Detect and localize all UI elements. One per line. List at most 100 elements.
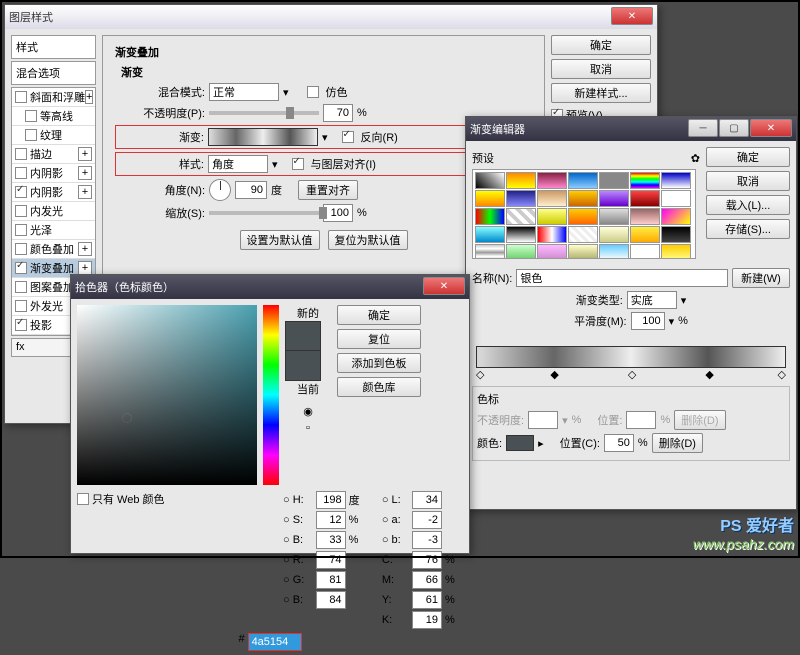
preset-swatch[interactable] (537, 190, 567, 207)
style-checkbox[interactable] (15, 91, 27, 103)
gear-icon[interactable]: ✿ (691, 152, 700, 165)
style-row[interactable]: 内发光 (12, 202, 95, 221)
dither-checkbox[interactable] (307, 86, 319, 98)
new-style-button[interactable]: 新建样式... (551, 83, 651, 103)
dropdown-icon[interactable]: ▾ (322, 131, 328, 144)
color-picker-cursor[interactable] (122, 413, 132, 423)
style-row[interactable]: 等高线 (12, 107, 95, 126)
preset-swatch[interactable] (568, 208, 598, 225)
color-channel-input[interactable]: -3 (412, 531, 442, 549)
style-checkbox[interactable] (15, 205, 27, 217)
color-channel-input[interactable]: 76 (412, 551, 442, 569)
stop-color-swatch[interactable] (506, 435, 534, 451)
expand-icon[interactable]: + (78, 166, 92, 180)
preset-swatch[interactable] (506, 172, 536, 189)
cube-icon[interactable]: ◉ (285, 405, 331, 418)
color-channel-input[interactable]: 81 (316, 571, 346, 589)
style-row[interactable]: 光泽 (12, 221, 95, 240)
angle-input[interactable]: 90 (235, 181, 267, 199)
preset-swatch[interactable] (568, 172, 598, 189)
expand-icon[interactable]: + (78, 242, 92, 256)
color-channel-input[interactable]: 198 (316, 491, 346, 509)
preset-swatch[interactable] (475, 244, 505, 259)
color-channel-input[interactable]: 34 (412, 491, 442, 509)
preset-swatch[interactable] (537, 226, 567, 243)
opacity-slider[interactable] (209, 111, 319, 115)
maximize-button[interactable]: ▢ (719, 119, 749, 137)
expand-icon[interactable]: + (78, 185, 92, 199)
preset-swatch[interactable] (630, 208, 660, 225)
save-button[interactable]: 存储(S)... (706, 219, 790, 239)
reset-align-button[interactable]: 重置对齐 (298, 180, 358, 200)
gradient-stops[interactable]: ◇ ◆ ◇ ◆ ◇ (476, 368, 786, 382)
scale-slider[interactable] (209, 211, 319, 215)
titlebar[interactable]: 图层样式 ✕ (5, 5, 657, 29)
presets-grid[interactable] (472, 169, 696, 259)
color-channel-input[interactable]: 74 (316, 551, 346, 569)
titlebar[interactable]: 渐变编辑器 ─ ▢ ✕ (466, 117, 796, 141)
preset-swatch[interactable] (630, 244, 660, 259)
style-checkbox[interactable] (15, 186, 27, 198)
titlebar[interactable]: 拾色器（色标颜色） ✕ (71, 275, 469, 299)
style-checkbox[interactable] (15, 281, 27, 293)
style-checkbox[interactable] (25, 110, 37, 122)
preset-swatch[interactable] (506, 208, 536, 225)
expand-icon[interactable]: + (78, 147, 92, 161)
color-field[interactable] (77, 305, 257, 485)
preset-swatch[interactable] (630, 226, 660, 243)
style-checkbox[interactable] (15, 167, 27, 179)
preset-swatch[interactable] (661, 190, 691, 207)
color-channel-input[interactable]: 19 (412, 611, 442, 629)
reverse-checkbox[interactable] (342, 131, 354, 143)
reset-default-button[interactable]: 复位为默认值 (328, 230, 408, 250)
preset-swatch[interactable] (475, 226, 505, 243)
web-only-checkbox[interactable] (77, 493, 89, 505)
style-checkbox[interactable] (15, 300, 27, 312)
dropdown-icon[interactable]: ▾ (283, 86, 289, 99)
stop-color-pos-input[interactable]: 50 (604, 434, 634, 452)
gradtype-select[interactable]: 实底 (627, 291, 677, 309)
preset-swatch[interactable] (537, 244, 567, 259)
align-checkbox[interactable] (292, 158, 304, 170)
add-swatch-button[interactable]: 添加到色板 (337, 353, 421, 373)
delete-color-stop[interactable]: 删除(D) (652, 433, 703, 453)
dropdown-icon[interactable]: ▸ (538, 437, 544, 450)
preset-swatch[interactable] (661, 244, 691, 259)
preset-swatch[interactable] (630, 190, 660, 207)
preset-swatch[interactable] (568, 226, 598, 243)
minimize-button[interactable]: ─ (688, 119, 718, 137)
style-row[interactable]: 描边+ (12, 145, 95, 164)
cube-icon2[interactable]: ▫ (285, 422, 331, 434)
color-channel-input[interactable]: -2 (412, 511, 442, 529)
expand-icon[interactable]: + (85, 90, 93, 104)
preset-swatch[interactable] (506, 244, 536, 259)
color-channel-input[interactable]: 61 (412, 591, 442, 609)
color-channel-input[interactable]: 12 (316, 511, 346, 529)
gradient-bar[interactable] (476, 346, 786, 368)
close-button[interactable]: ✕ (611, 7, 653, 25)
preset-swatch[interactable] (599, 226, 629, 243)
ok-button[interactable]: 确定 (337, 305, 421, 325)
style-checkbox[interactable] (15, 148, 27, 160)
preset-swatch[interactable] (506, 190, 536, 207)
preset-swatch[interactable] (599, 244, 629, 259)
preset-swatch[interactable] (568, 244, 598, 259)
style-row[interactable]: 斜面和浮雕+ (12, 88, 95, 107)
hue-slider[interactable] (263, 305, 279, 485)
style-checkbox[interactable] (15, 319, 27, 331)
preset-swatch[interactable] (661, 208, 691, 225)
preset-swatch[interactable] (506, 226, 536, 243)
ok-button[interactable]: 确定 (706, 147, 790, 167)
preset-swatch[interactable] (630, 172, 660, 189)
set-default-button[interactable]: 设置为默认值 (240, 230, 320, 250)
new-button[interactable]: 新建(W) (732, 268, 790, 288)
expand-icon[interactable]: + (78, 261, 92, 275)
preset-swatch[interactable] (475, 208, 505, 225)
sidebar-blending[interactable]: 混合选项 (11, 61, 96, 85)
preset-swatch[interactable] (661, 172, 691, 189)
style-checkbox[interactable] (15, 224, 27, 236)
style-row[interactable]: 内阴影+ (12, 183, 95, 202)
preset-swatch[interactable] (599, 190, 629, 207)
cancel-button[interactable]: 取消 (706, 171, 790, 191)
angle-dial[interactable] (209, 179, 231, 201)
